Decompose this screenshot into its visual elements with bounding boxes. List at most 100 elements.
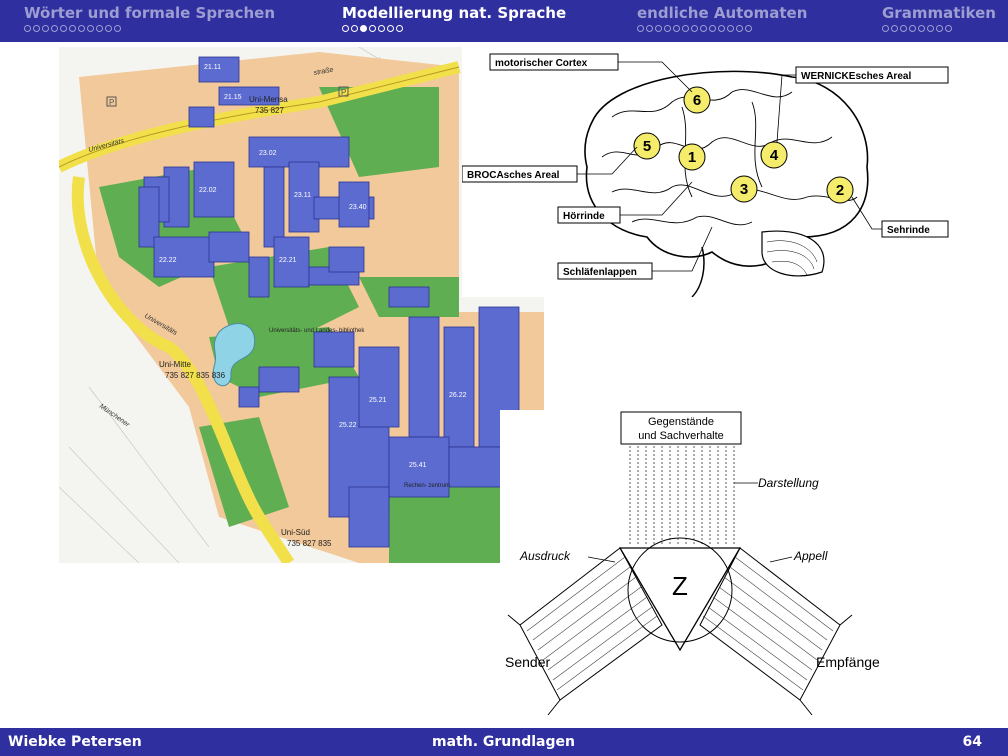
nav-slide-dot[interactable] xyxy=(369,25,376,32)
organon-model-diagram: Gegenstände und Sachverhalte Darstellung… xyxy=(500,410,880,720)
svg-text:23.40: 23.40 xyxy=(349,204,367,211)
nav-slide-dot[interactable] xyxy=(882,25,889,32)
label-hoerrinde: Hörrinde xyxy=(563,211,605,222)
nav-section-dots xyxy=(637,25,807,32)
svg-text:23.02: 23.02 xyxy=(259,150,277,157)
stop-uni-mensa: Uni-Mensa xyxy=(249,95,288,104)
nav-section-dots xyxy=(882,25,996,32)
nav-section-automaten[interactable]: endliche Automaten xyxy=(637,3,807,41)
nav-slide-dot[interactable] xyxy=(637,25,644,32)
label-broca-areal: BROCAsches Areal xyxy=(467,170,560,181)
label-empfaenger: Empfänger xyxy=(816,654,880,670)
nav-slide-dot[interactable] xyxy=(342,25,349,32)
svg-text:25.22: 25.22 xyxy=(339,422,357,429)
svg-text:25.21: 25.21 xyxy=(369,397,387,404)
nav-section-modellierung[interactable]: Modellierung nat. Sprache xyxy=(342,3,566,41)
brain-area-3: 3 xyxy=(740,181,748,198)
svg-text:21.15: 21.15 xyxy=(224,94,242,101)
nav-slide-dot[interactable] xyxy=(927,25,934,32)
nav-slide-dot[interactable] xyxy=(360,25,367,32)
label-motorischer-cortex: motorischer Cortex xyxy=(495,58,588,69)
nav-slide-dot[interactable] xyxy=(736,25,743,32)
brain-area-2: 2 xyxy=(836,182,844,199)
nav-slide-dot[interactable] xyxy=(87,25,94,32)
label-z: Z xyxy=(672,571,688,601)
brain-diagram: 1 2 3 4 5 6 motorischer Cortex WERNICKEs… xyxy=(462,47,962,297)
section-navigation: Wörter und formale Sprachen Modellierung… xyxy=(0,0,1008,42)
nav-slide-dot[interactable] xyxy=(909,25,916,32)
nav-slide-dot[interactable] xyxy=(646,25,653,32)
library-label: Universitäts- und Landes- bibliothek xyxy=(269,328,365,334)
nav-slide-dot[interactable] xyxy=(655,25,662,32)
brain-area-4: 4 xyxy=(770,147,779,164)
nav-slide-dot[interactable] xyxy=(396,25,403,32)
nav-section-title[interactable]: Modellierung nat. Sprache xyxy=(342,3,566,23)
nav-section-title[interactable]: endliche Automaten xyxy=(637,3,807,23)
nav-section-woerter[interactable]: Wörter und formale Sprachen xyxy=(24,3,275,41)
nav-slide-dot[interactable] xyxy=(351,25,358,32)
label-ausdruck: Ausdruck xyxy=(519,549,571,563)
nav-section-grammatiken[interactable]: Grammatiken xyxy=(882,3,996,41)
nav-slide-dot[interactable] xyxy=(96,25,103,32)
svg-text:21.11: 21.11 xyxy=(204,64,221,71)
rechenzentrum-label: Rechen- zentrum xyxy=(404,483,450,489)
nav-slide-dot[interactable] xyxy=(33,25,40,32)
parking-icon: P xyxy=(341,88,346,97)
label-sachverhalte: und Sachverhalte xyxy=(638,430,724,442)
label-gegenstaende: Gegenstände xyxy=(648,416,714,428)
stop-lines: 735 827 835 xyxy=(287,539,332,548)
label-sehrinde: Sehrinde xyxy=(887,225,930,236)
nav-slide-dot[interactable] xyxy=(78,25,85,32)
label-wernicke-areal: WERNICKEsches Areal xyxy=(801,71,911,82)
parking-icon: P xyxy=(109,98,114,107)
nav-section-dots xyxy=(24,25,275,32)
footer-author: Wiebke Petersen xyxy=(8,734,142,750)
nav-section-title[interactable]: Grammatiken xyxy=(882,3,996,23)
nav-slide-dot[interactable] xyxy=(114,25,121,32)
nav-slide-dot[interactable] xyxy=(936,25,943,32)
brain-area-5: 5 xyxy=(643,138,651,155)
footer-title: math. Grundlagen xyxy=(432,734,575,750)
nav-slide-dot[interactable] xyxy=(945,25,952,32)
nav-slide-dot[interactable] xyxy=(42,25,49,32)
brain-area-1: 1 xyxy=(688,149,696,166)
svg-text:22.21: 22.21 xyxy=(279,257,297,264)
svg-text:25.41: 25.41 xyxy=(409,462,427,469)
nav-slide-dot[interactable] xyxy=(69,25,76,32)
nav-slide-dot[interactable] xyxy=(745,25,752,32)
footer-page-number: 64 xyxy=(962,734,982,750)
nav-section-title[interactable]: Wörter und formale Sprachen xyxy=(24,3,275,23)
nav-slide-dot[interactable] xyxy=(691,25,698,32)
slide-footer: Wiebke Petersen math. Grundlagen 64 xyxy=(0,728,1008,756)
label-appell: Appell xyxy=(793,549,828,563)
nav-slide-dot[interactable] xyxy=(664,25,671,32)
brain-area-6: 6 xyxy=(693,92,701,109)
label-darstellung: Darstellung xyxy=(758,476,819,490)
nav-slide-dot[interactable] xyxy=(718,25,725,32)
label-sender: Sender xyxy=(505,654,550,670)
nav-slide-dot[interactable] xyxy=(727,25,734,32)
stop-lines: 735 827 xyxy=(255,106,284,115)
stop-uni-mitte: Uni-Mitte xyxy=(159,360,192,369)
nav-slide-dot[interactable] xyxy=(60,25,67,32)
nav-slide-dot[interactable] xyxy=(709,25,716,32)
nav-slide-dot[interactable] xyxy=(900,25,907,32)
nav-slide-dot[interactable] xyxy=(700,25,707,32)
nav-slide-dot[interactable] xyxy=(673,25,680,32)
nav-slide-dot[interactable] xyxy=(105,25,112,32)
svg-text:26.22: 26.22 xyxy=(449,392,467,399)
nav-section-dots xyxy=(342,25,566,32)
nav-slide-dot[interactable] xyxy=(918,25,925,32)
svg-text:22.02: 22.02 xyxy=(199,187,217,194)
nav-slide-dot[interactable] xyxy=(682,25,689,32)
svg-text:22.22: 22.22 xyxy=(159,257,177,264)
stop-lines: 735 827 835 836 xyxy=(165,371,226,380)
nav-slide-dot[interactable] xyxy=(24,25,31,32)
nav-slide-dot[interactable] xyxy=(891,25,898,32)
nav-slide-dot[interactable] xyxy=(378,25,385,32)
nav-slide-dot[interactable] xyxy=(387,25,394,32)
label-schlaefenlappen: Schläfenlappen xyxy=(563,267,637,278)
nav-slide-dot[interactable] xyxy=(51,25,58,32)
svg-text:23.11: 23.11 xyxy=(294,192,311,199)
stop-uni-sued: Uni-Süd xyxy=(281,528,310,537)
